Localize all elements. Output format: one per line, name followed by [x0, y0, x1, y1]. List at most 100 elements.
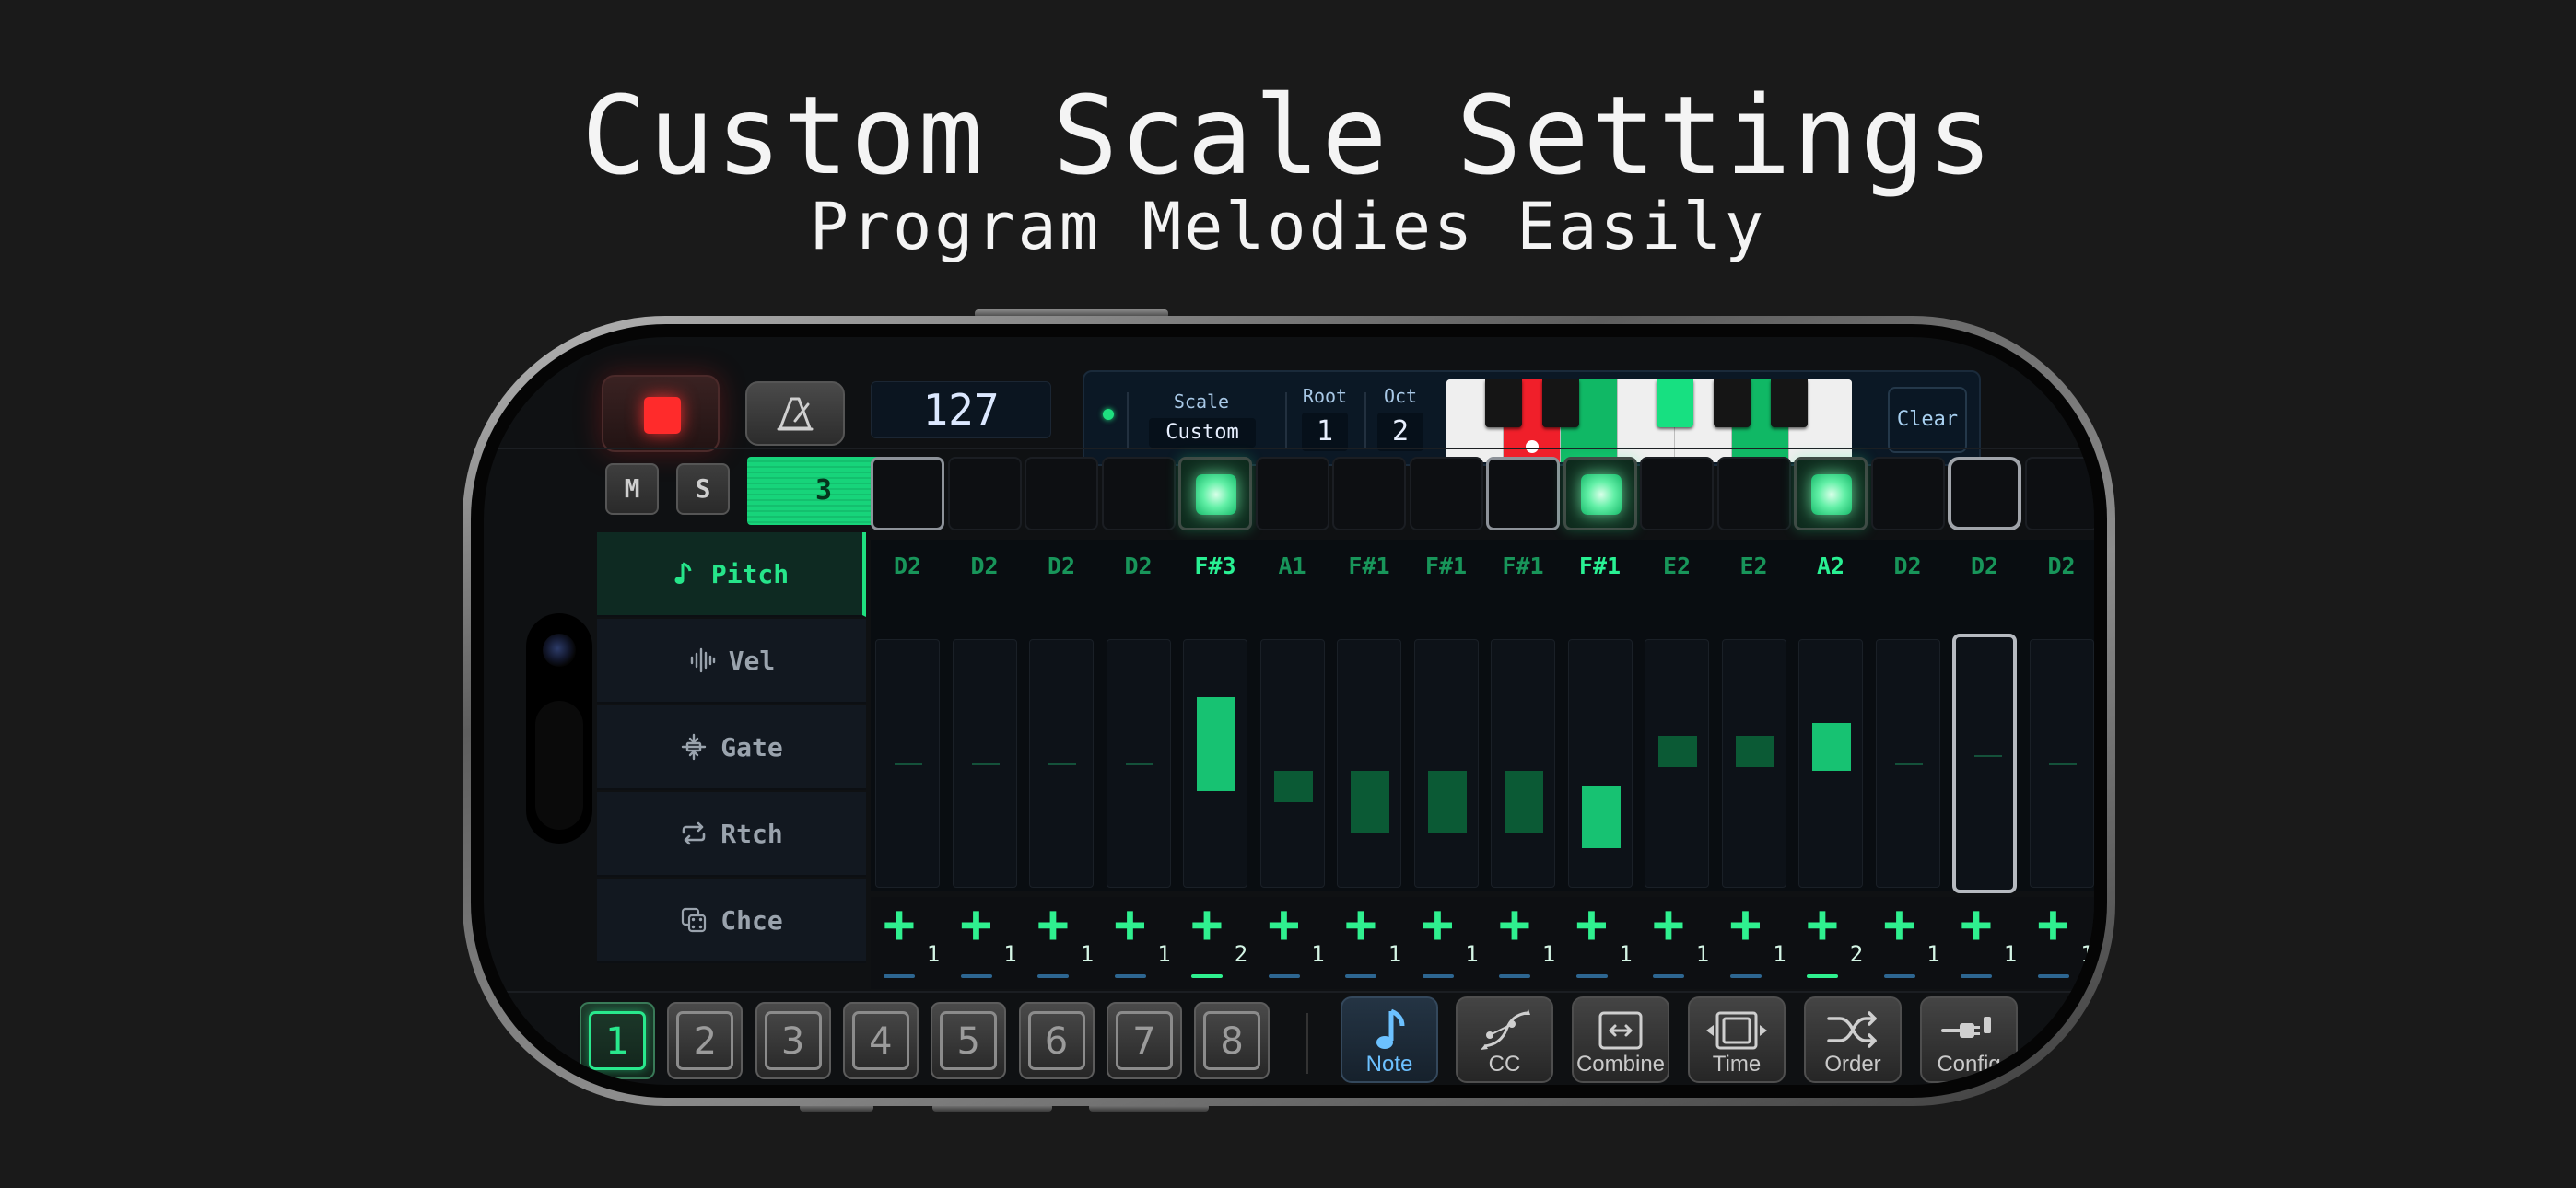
pattern-button-8[interactable]: 8 [1194, 1002, 1270, 1079]
metronome-button[interactable] [745, 381, 845, 446]
ratchet-increment-button[interactable]: + [1034, 897, 1072, 950]
ratchet-increment-button[interactable]: + [1803, 897, 1842, 950]
pattern-button-2[interactable]: 2 [667, 1002, 744, 1079]
pitch-step-column[interactable] [1875, 639, 1940, 888]
pitch-step-column[interactable] [1645, 639, 1709, 888]
param-chance[interactable]: Chce [597, 879, 866, 963]
param-pitch[interactable]: Pitch [597, 532, 866, 617]
step-pad[interactable] [1178, 457, 1252, 530]
solo-button[interactable]: S [676, 463, 730, 515]
ratchet-decrement-button[interactable] [1883, 974, 1915, 978]
pattern-button-6[interactable]: 6 [1018, 1002, 1095, 1079]
pitch-step-column[interactable] [2029, 639, 2094, 888]
ratchet-decrement-button[interactable] [1345, 974, 1376, 978]
ratchet-increment-button[interactable]: + [1957, 897, 1996, 950]
ratchet-increment-button[interactable]: + [1188, 897, 1226, 950]
pitch-step-column[interactable] [952, 639, 1017, 888]
pitch-step-column[interactable] [1491, 639, 1555, 888]
camera-icon [543, 634, 576, 667]
ratchet-decrement-button[interactable] [1114, 974, 1146, 978]
piano-key[interactable] [1485, 379, 1522, 427]
tool-cc-button[interactable]: CC [1456, 996, 1553, 1083]
step-pad[interactable] [1640, 457, 1714, 530]
step-pad[interactable] [947, 457, 1022, 530]
pitch-step-column[interactable] [1259, 639, 1325, 888]
param-gate[interactable]: Gate [597, 705, 866, 790]
ratchet-decrement-button[interactable] [960, 974, 992, 978]
ratchet-increment-button[interactable]: + [1419, 897, 1458, 950]
tool-order-button[interactable]: Order [1804, 996, 1902, 1083]
ratchet-increment-button[interactable]: + [1573, 897, 1611, 950]
step-pad[interactable] [1948, 457, 2021, 530]
pattern-button-4[interactable]: 4 [842, 1002, 919, 1079]
param-velocity[interactable]: Vel [597, 619, 866, 704]
ratchet-decrement-button[interactable] [1037, 974, 1069, 978]
pattern-button-3[interactable]: 3 [755, 1002, 831, 1079]
piano-keyboard[interactable] [1446, 379, 1852, 462]
pattern-button-1[interactable]: 1 [580, 1002, 655, 1079]
piano-key[interactable] [1542, 379, 1579, 427]
ratchet-decrement-button[interactable] [1191, 974, 1223, 978]
step-pad[interactable] [871, 457, 944, 530]
octave-value[interactable]: 2 [1377, 413, 1423, 451]
ratchet-increment-button[interactable]: + [957, 897, 996, 950]
step-pad[interactable] [2024, 457, 2094, 530]
ratchet-increment-button[interactable]: + [1495, 897, 1534, 950]
pitch-step-column[interactable] [1567, 639, 1633, 888]
step-pad[interactable] [1486, 457, 1560, 530]
pitch-step-column[interactable] [1952, 634, 2017, 893]
ratchet-increment-button[interactable]: + [1880, 897, 1919, 950]
ratchet-increment-button[interactable]: + [1265, 897, 1304, 950]
pitch-step-column[interactable] [1721, 639, 1786, 888]
piano-key[interactable] [1714, 379, 1751, 427]
ratchet-decrement-button[interactable] [1729, 974, 1762, 978]
record-button[interactable] [602, 375, 720, 452]
pitch-step-column[interactable] [875, 639, 940, 888]
ratchet-decrement-button[interactable] [1653, 974, 1684, 978]
step-pad[interactable] [1794, 457, 1868, 530]
ratchet-increment-button[interactable]: + [1727, 897, 1765, 950]
tool-time-button[interactable]: Time [1688, 996, 1786, 1083]
step-pad[interactable] [1332, 457, 1406, 530]
ratchet-decrement-button[interactable] [1961, 974, 1992, 978]
ratchet-decrement-button[interactable] [1499, 974, 1530, 978]
clear-button[interactable]: Clear [1888, 387, 1967, 453]
step-pad[interactable] [1409, 457, 1483, 530]
step-pad[interactable] [1716, 457, 1791, 530]
pitch-step-column[interactable] [1106, 639, 1171, 888]
step-pad[interactable] [1255, 457, 1329, 530]
ratchet-decrement-button[interactable] [1268, 974, 1300, 978]
tool-note-button[interactable]: Note [1341, 996, 1438, 1083]
step-pad[interactable] [1101, 457, 1176, 530]
ratchet-decrement-button[interactable] [1575, 974, 1608, 978]
step-pad[interactable] [1870, 457, 1945, 530]
ratchet-increment-button[interactable]: + [2034, 897, 2073, 950]
param-ratchet[interactable]: Rtch [597, 792, 866, 877]
ratchet-decrement-button[interactable] [884, 974, 915, 978]
tool-label: Combine [1575, 1052, 1666, 1077]
ratchet-increment-button[interactable]: + [1341, 897, 1380, 950]
piano-key[interactable] [1771, 379, 1808, 427]
ratchet-decrement-button[interactable] [1807, 974, 1838, 978]
pitch-step-column[interactable] [1798, 639, 1863, 888]
tool-combine-button[interactable]: Combine [1572, 996, 1669, 1083]
pitch-step-column[interactable] [1337, 639, 1401, 888]
pattern-button-7[interactable]: 7 [1106, 1002, 1182, 1079]
step-pad[interactable] [1563, 457, 1637, 530]
root-value[interactable]: 1 [1302, 413, 1348, 451]
scale-select[interactable]: Custom [1149, 418, 1256, 448]
pattern-button-5[interactable]: 5 [931, 1002, 1007, 1079]
ratchet-increment-button[interactable]: + [1111, 897, 1150, 950]
tempo-display[interactable]: 127 [871, 381, 1051, 438]
ratchet-decrement-button[interactable] [2037, 974, 2069, 978]
pitch-step-column[interactable] [1413, 639, 1479, 888]
tool-config-button[interactable]: Config [1920, 996, 2018, 1083]
pitch-step-column[interactable] [1183, 639, 1247, 888]
mute-button[interactable]: M [605, 463, 659, 515]
ratchet-increment-button[interactable]: + [880, 897, 919, 950]
pitch-step-column[interactable] [1029, 639, 1094, 888]
ratchet-increment-button[interactable]: + [1649, 897, 1688, 950]
ratchet-decrement-button[interactable] [1422, 974, 1454, 978]
piano-key[interactable] [1657, 379, 1693, 427]
step-pad[interactable] [1025, 457, 1098, 530]
